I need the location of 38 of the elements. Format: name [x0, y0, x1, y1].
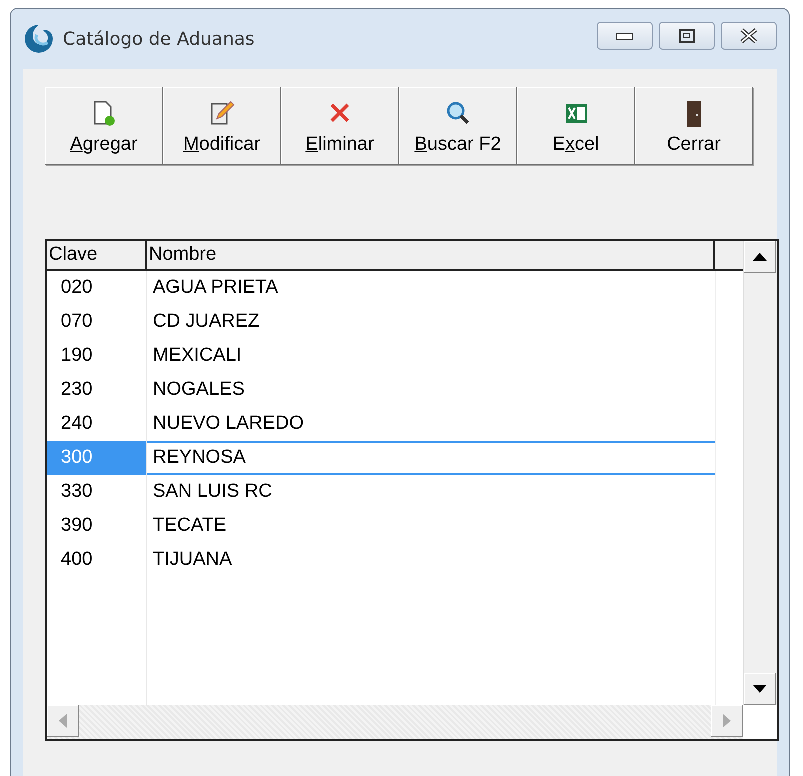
- close-icon: [739, 28, 759, 44]
- close-button[interactable]: [721, 22, 777, 50]
- minimize-icon: [616, 31, 634, 41]
- table-cell[interactable]: 330: [47, 475, 147, 509]
- table-cell[interactable]: NOGALES: [147, 373, 715, 407]
- window-title: Catálogo de Aduanas: [63, 28, 256, 50]
- table-cell[interactable]: CD JUAREZ: [147, 305, 715, 339]
- scroll-up-icon[interactable]: [744, 241, 776, 273]
- table-cell[interactable]: REYNOSA: [147, 441, 715, 475]
- toolbar-button[interactable]: Cerrar: [635, 87, 753, 165]
- minimize-button[interactable]: [597, 22, 653, 50]
- app-logo-icon: [23, 23, 55, 55]
- toolbar-button[interactable]: Excel: [517, 87, 635, 165]
- toolbar-button[interactable]: Eliminar: [281, 87, 399, 165]
- maximize-icon: [678, 29, 696, 43]
- table-cell[interactable]: 190: [47, 339, 147, 373]
- toolbar-button[interactable]: Agregar: [45, 87, 163, 165]
- vertical-scrollbar[interactable]: [743, 241, 777, 705]
- maximize-button[interactable]: [659, 22, 715, 50]
- table-cell[interactable]: 230: [47, 373, 147, 407]
- table-cell[interactable]: MEXICALI: [147, 339, 715, 373]
- table-cell[interactable]: 400: [47, 543, 147, 577]
- horizontal-scrollbar[interactable]: [47, 705, 743, 739]
- column-header[interactable]: Nombre: [147, 241, 715, 269]
- table-cell[interactable]: 390: [47, 509, 147, 543]
- table-cell[interactable]: TECATE: [147, 509, 715, 543]
- table-cell[interactable]: TIJUANA: [147, 543, 715, 577]
- table-cell[interactable]: 020: [47, 271, 147, 305]
- table-cell[interactable]: SAN LUIS RC: [147, 475, 715, 509]
- pencil-page-icon: [209, 100, 235, 128]
- scroll-left-icon[interactable]: [47, 705, 79, 737]
- toolbar-button[interactable]: Modificar: [163, 87, 281, 165]
- toolbar-button[interactable]: Buscar F2: [399, 87, 517, 165]
- table-cell[interactable]: NUEVO LAREDO: [147, 407, 715, 441]
- column-header[interactable]: Clave: [47, 241, 147, 269]
- table-cell[interactable]: 070: [47, 305, 147, 339]
- scroll-down-icon[interactable]: [744, 673, 776, 705]
- table-cell[interactable]: AGUA PRIETA: [147, 271, 715, 305]
